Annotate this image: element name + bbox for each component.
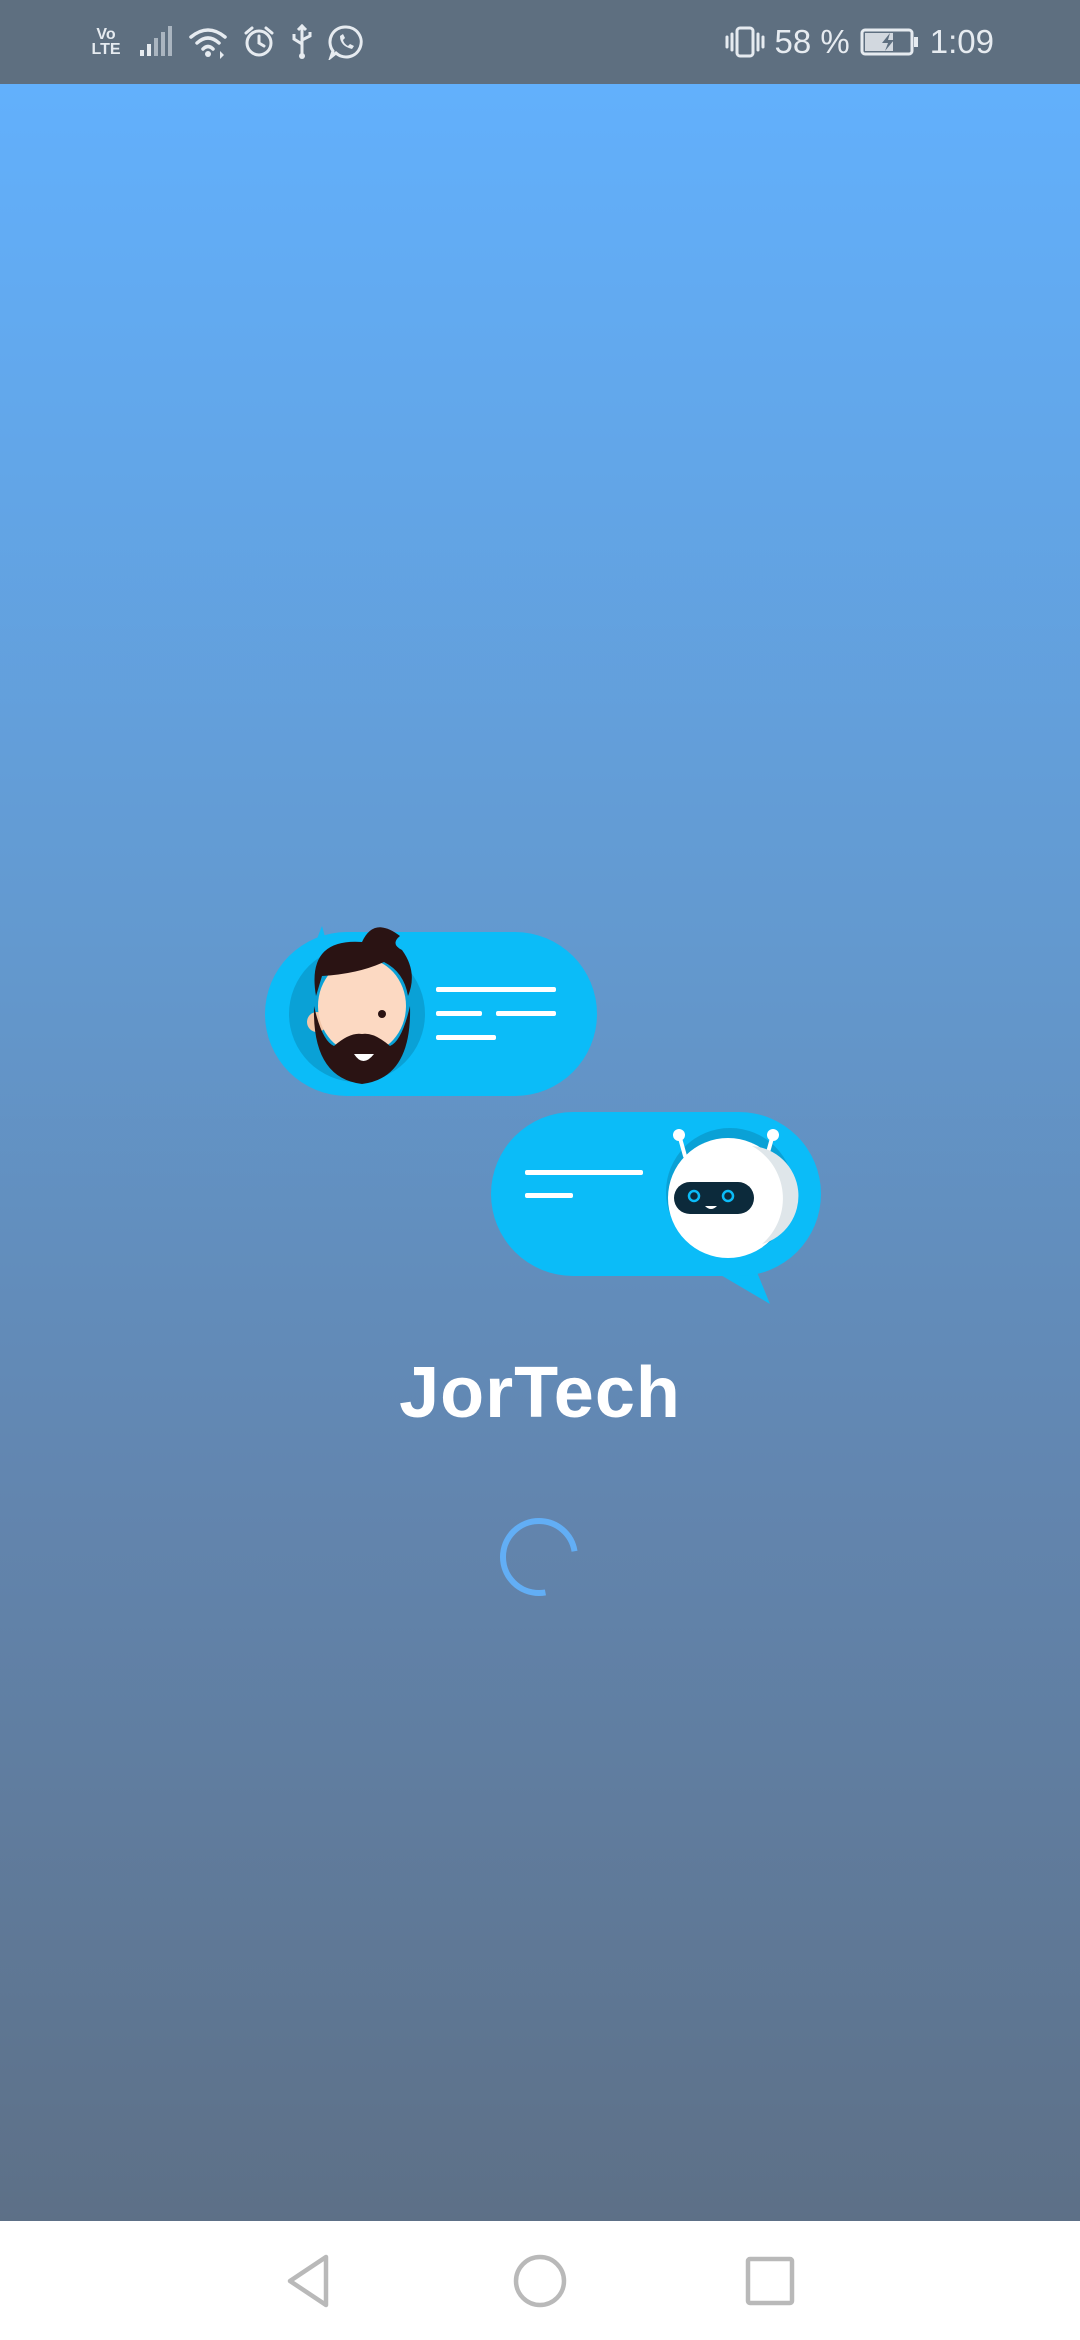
splash-content: JorTech (0, 84, 1080, 2221)
volte-label-top: Vo (96, 26, 116, 43)
whatsapp-icon (328, 25, 363, 60)
loading-spinner-icon (500, 1518, 578, 1596)
volte-icon: Vo LTE (88, 26, 124, 58)
status-right-group: 58 % 1:09 (725, 20, 994, 64)
robot-chat-bubble (491, 1112, 821, 1304)
alarm-icon (244, 26, 274, 57)
clock: 1:09 (929, 23, 994, 60)
chat-illustration (265, 926, 821, 1304)
vibrate-icon (725, 26, 765, 58)
usb-icon (292, 24, 312, 59)
battery-percent: 58 % (774, 23, 850, 60)
status-left-group: Vo LTE (88, 20, 364, 64)
app-title: JorTech (399, 1353, 681, 1433)
back-icon[interactable] (280, 2251, 340, 2311)
navigation-bar (0, 2221, 1080, 2340)
home-icon[interactable] (510, 2251, 570, 2311)
wifi-icon (189, 28, 227, 59)
volte-label-bottom: LTE (91, 41, 121, 58)
splash-screen: Vo LTE 58 % 1:09 JorTech (0, 0, 1080, 2340)
person-chat-bubble (265, 926, 597, 1096)
battery-charging-icon (860, 28, 918, 56)
recents-icon[interactable] (740, 2251, 800, 2311)
status-bar: Vo LTE 58 % 1:09 (0, 0, 1080, 84)
signal-icon (140, 26, 172, 56)
